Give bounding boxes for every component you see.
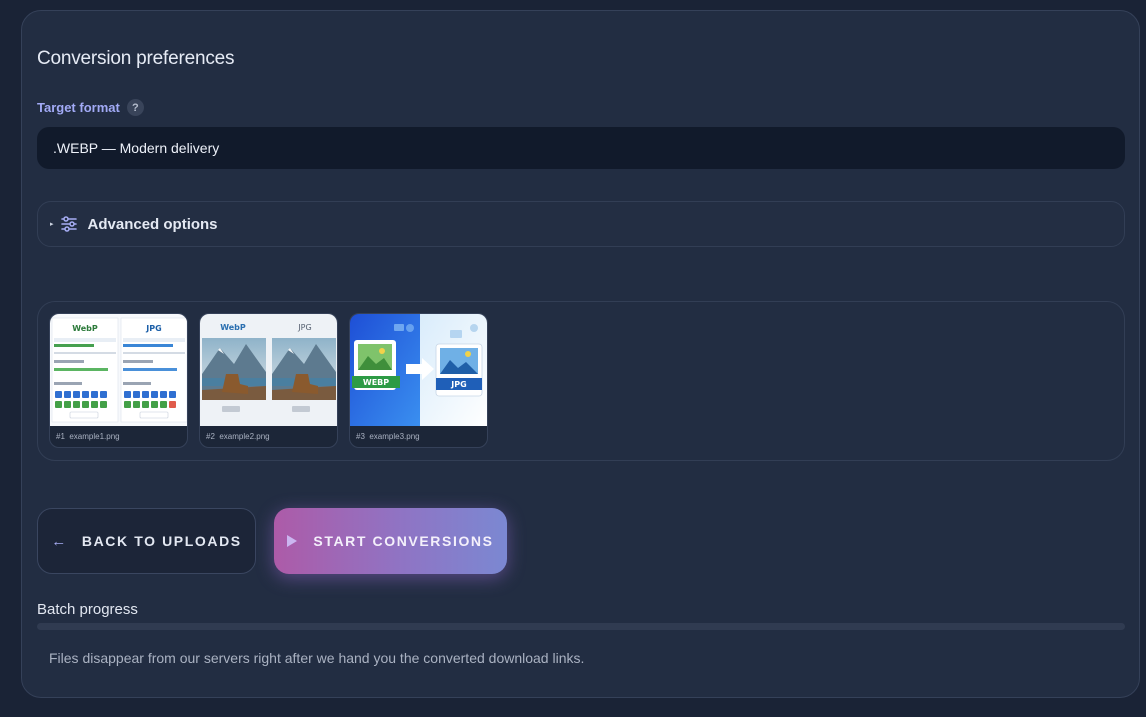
start-button-label: START CONVERSIONS	[313, 533, 494, 549]
target-format-value: .WEBP — Modern delivery	[53, 140, 220, 156]
privacy-note: Files disappear from our servers right a…	[49, 650, 585, 666]
thumb2-left-label: WebP	[220, 323, 246, 332]
thumb2-right-label: JPG	[297, 323, 311, 332]
thumbnail-caption: #2 example2.png	[206, 432, 270, 441]
batch-progress-bar	[37, 623, 1125, 630]
file-gallery: WebP JPG #1 example1.png WebP JPG #2 exa…	[37, 301, 1125, 461]
sliders-icon	[60, 216, 77, 232]
caret-right-icon: ▸	[50, 221, 54, 228]
target-format-select[interactable]: .WEBP — Modern delivery	[37, 127, 1125, 169]
target-format-label: Target format	[37, 100, 120, 115]
thumb1-left-label: WebP	[72, 324, 98, 333]
advanced-options-toggle[interactable]: ▸ Advanced options	[37, 201, 1125, 247]
target-format-label-row: Target format ?	[37, 99, 144, 116]
file-thumbnail[interactable]: WebP JPG	[199, 313, 338, 448]
conversion-panel: Conversion preferences Target format ? .…	[21, 10, 1140, 698]
back-button-label: BACK TO UPLOADS	[81, 533, 242, 549]
file-thumbnail[interactable]: WEBP JPG #3 example3.png	[349, 313, 488, 448]
thumbnail-image: WEBP JPG	[350, 314, 487, 426]
thumbnail-caption: #1 example1.png	[56, 432, 120, 441]
file-thumbnail[interactable]: WebP JPG	[49, 313, 188, 448]
thumbnail-image: WebP JPG	[50, 314, 187, 426]
thumbnail-caption: #3 example3.png	[356, 432, 420, 441]
advanced-options-label: Advanced options	[87, 215, 218, 233]
panel-heading: Conversion preferences	[37, 48, 235, 69]
thumb3-left-label: WEBP	[363, 378, 389, 387]
back-to-uploads-button[interactable]: ← BACK TO UPLOADS	[37, 508, 256, 574]
arrow-left-icon: ←	[51, 532, 68, 550]
batch-progress-label: Batch progress	[37, 601, 138, 618]
play-icon	[287, 535, 298, 547]
help-icon[interactable]: ?	[126, 99, 144, 116]
start-conversions-button[interactable]: START CONVERSIONS	[274, 508, 507, 574]
thumb3-right-label: JPG	[450, 380, 466, 389]
thumb1-right-label: JPG	[145, 324, 161, 333]
thumbnail-image: WebP JPG	[200, 314, 337, 426]
